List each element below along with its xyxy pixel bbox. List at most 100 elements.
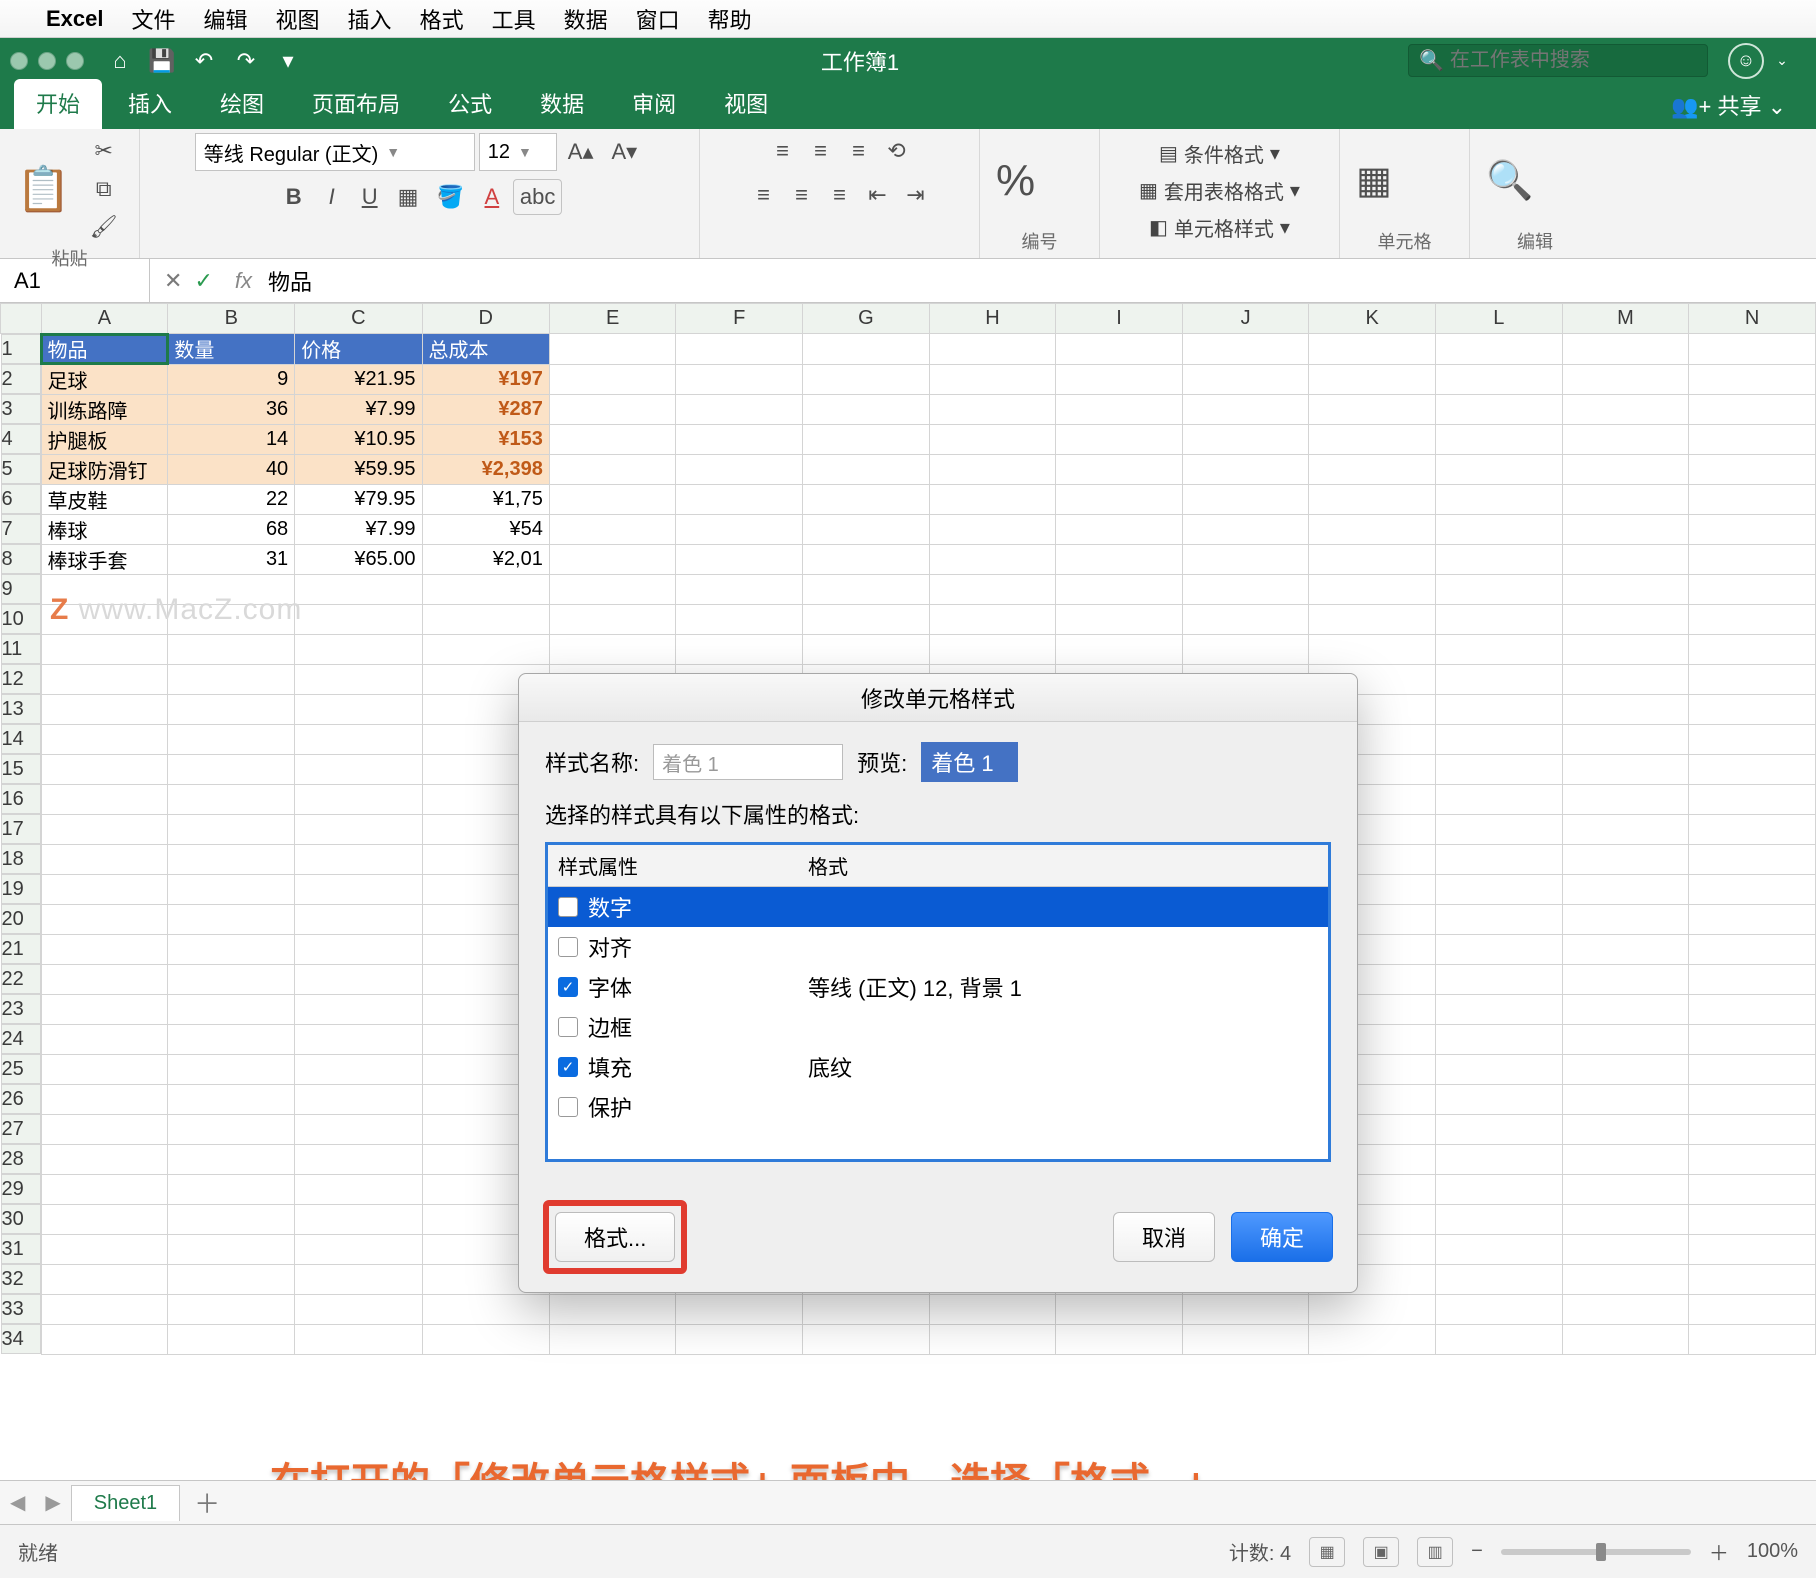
- cell[interactable]: 足球防滑钉: [41, 454, 168, 484]
- cell[interactable]: [1056, 1294, 1183, 1324]
- cell[interactable]: [1436, 994, 1563, 1024]
- cell[interactable]: [929, 1324, 1056, 1354]
- cell[interactable]: [1562, 1294, 1689, 1324]
- home-icon[interactable]: ⌂: [102, 43, 138, 79]
- cell[interactable]: [168, 1174, 295, 1204]
- cell[interactable]: [1689, 964, 1816, 994]
- cell[interactable]: 总成本: [422, 334, 549, 365]
- cell[interactable]: [168, 754, 295, 784]
- cell[interactable]: 护腿板: [41, 424, 168, 454]
- cell[interactable]: ¥7.99: [295, 514, 422, 544]
- cell[interactable]: [1309, 394, 1436, 424]
- cell[interactable]: [1309, 574, 1436, 604]
- cell[interactable]: [1436, 1144, 1563, 1174]
- cell[interactable]: 40: [168, 454, 295, 484]
- cell[interactable]: [168, 1264, 295, 1294]
- cell[interactable]: 物品: [41, 334, 168, 365]
- cell[interactable]: ¥54: [422, 514, 549, 544]
- zoom-slider[interactable]: [1501, 1549, 1691, 1555]
- cell[interactable]: [41, 844, 168, 874]
- font-color-icon[interactable]: A: [475, 179, 509, 215]
- cell[interactable]: [549, 1324, 676, 1354]
- cell[interactable]: [549, 514, 676, 544]
- zoom-in-icon[interactable]: ＋: [1709, 1537, 1729, 1566]
- cell[interactable]: [41, 754, 168, 784]
- cell[interactable]: [549, 1294, 676, 1324]
- font-name-select[interactable]: 等线 Regular (正文)▼: [195, 133, 475, 171]
- cell[interactable]: [1056, 1324, 1183, 1354]
- cell[interactable]: [1562, 1144, 1689, 1174]
- tab-page-layout[interactable]: 页面布局: [290, 79, 422, 129]
- cell[interactable]: [1436, 424, 1563, 454]
- cell[interactable]: 36: [168, 394, 295, 424]
- cell[interactable]: [1309, 1294, 1436, 1324]
- cell[interactable]: [676, 424, 803, 454]
- cell[interactable]: [1562, 514, 1689, 544]
- cell-style-button[interactable]: ◧单元格样式 ▾: [1149, 211, 1290, 244]
- cell[interactable]: [1436, 634, 1563, 664]
- cell[interactable]: [1562, 1204, 1689, 1234]
- view-page-icon[interactable]: ▣: [1363, 1537, 1399, 1567]
- cell[interactable]: [41, 724, 168, 754]
- cell[interactable]: [168, 1234, 295, 1264]
- border-icon[interactable]: ▦: [391, 179, 426, 215]
- cell[interactable]: [295, 1114, 422, 1144]
- cell[interactable]: [1562, 604, 1689, 634]
- row-header[interactable]: 5: [1, 454, 41, 484]
- cell[interactable]: [1689, 1024, 1816, 1054]
- cell[interactable]: 草皮鞋: [41, 484, 168, 514]
- row-header[interactable]: 27: [1, 1114, 41, 1144]
- share-button[interactable]: 👥+ 共享 ⌄: [1655, 81, 1802, 129]
- row-header[interactable]: 18: [1, 844, 41, 874]
- menu-tools[interactable]: 工具: [492, 3, 536, 35]
- tab-data[interactable]: 数据: [518, 79, 606, 129]
- view-break-icon[interactable]: ▥: [1417, 1537, 1453, 1567]
- cell[interactable]: [41, 874, 168, 904]
- cell[interactable]: [1309, 634, 1436, 664]
- cell[interactable]: [1056, 364, 1183, 394]
- fx-icon[interactable]: fx: [227, 268, 260, 294]
- col-header[interactable]: G: [803, 304, 930, 334]
- cell[interactable]: [1309, 364, 1436, 394]
- user-avatar-icon[interactable]: ☺: [1728, 43, 1764, 79]
- cell[interactable]: [1689, 1114, 1816, 1144]
- cell[interactable]: [295, 1294, 422, 1324]
- cell[interactable]: [803, 574, 930, 604]
- cell[interactable]: [168, 904, 295, 934]
- cell[interactable]: [41, 1114, 168, 1144]
- row-header[interactable]: 29: [1, 1174, 41, 1204]
- menu-window[interactable]: 窗口: [636, 3, 680, 35]
- cell[interactable]: [295, 604, 422, 634]
- cell[interactable]: [1689, 424, 1816, 454]
- phonetic-icon[interactable]: abc: [513, 179, 562, 215]
- checkbox-icon[interactable]: [558, 937, 578, 957]
- cell[interactable]: [1436, 754, 1563, 784]
- cell[interactable]: [929, 364, 1056, 394]
- cell[interactable]: [1436, 574, 1563, 604]
- cell[interactable]: [1562, 994, 1689, 1024]
- cell[interactable]: [1182, 604, 1309, 634]
- cell[interactable]: [1436, 1234, 1563, 1264]
- cell[interactable]: [1436, 964, 1563, 994]
- col-header[interactable]: K: [1309, 304, 1436, 334]
- cell[interactable]: [168, 934, 295, 964]
- cell[interactable]: [1562, 814, 1689, 844]
- cell[interactable]: [295, 724, 422, 754]
- cell[interactable]: [1689, 784, 1816, 814]
- cell[interactable]: [168, 784, 295, 814]
- cell[interactable]: [41, 1084, 168, 1114]
- cell[interactable]: [1689, 1234, 1816, 1264]
- row-header[interactable]: 31: [1, 1234, 41, 1264]
- cell[interactable]: [1689, 364, 1816, 394]
- cell[interactable]: ¥59.95: [295, 454, 422, 484]
- cell[interactable]: [1562, 484, 1689, 514]
- cell[interactable]: [41, 1294, 168, 1324]
- cell[interactable]: [803, 424, 930, 454]
- cell[interactable]: [295, 1234, 422, 1264]
- tab-formulas[interactable]: 公式: [426, 79, 514, 129]
- cell[interactable]: [41, 1324, 168, 1354]
- cell[interactable]: [1689, 664, 1816, 694]
- row-header[interactable]: 10: [1, 604, 41, 634]
- cell[interactable]: [41, 694, 168, 724]
- cell[interactable]: [1689, 574, 1816, 604]
